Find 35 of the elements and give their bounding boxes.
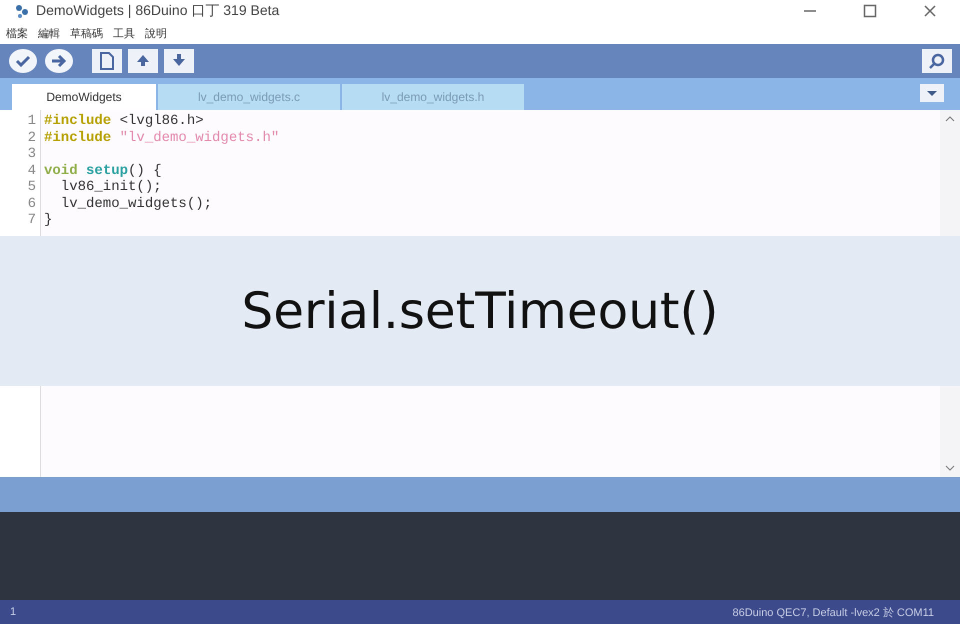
- code-line: lv86_init();: [60, 179, 162, 196]
- code-line: }: [44, 212, 52, 228]
- close-icon[interactable]: [923, 4, 937, 18]
- line-indicator: 1: [10, 606, 16, 618]
- new-file-button[interactable]: [92, 49, 122, 73]
- maximize-icon[interactable]: [863, 4, 877, 18]
- code-line: lv_demo_widgets();: [60, 196, 212, 212]
- file-tab[interactable]: DemoWidgets: [12, 84, 156, 110]
- window-title: DemoWidgets | 86Duino 口丁 319 Beta: [36, 2, 280, 20]
- serial-monitor-button[interactable]: [922, 49, 952, 73]
- app-icon: [14, 3, 30, 19]
- board-info: 86Duino QEC7, Default -lvex2 於 COM11: [732, 606, 934, 620]
- banner-title: Serial.setTimeout(): [241, 282, 719, 340]
- menu-item[interactable]: 工具: [111, 26, 137, 40]
- line-number: 1: [26, 113, 37, 130]
- line-number: 7: [26, 212, 37, 228]
- scroll-down-icon[interactable]: [945, 465, 955, 471]
- menu-item[interactable]: 草稿碼: [68, 26, 105, 40]
- code-line: #include "lv_demo_widgets.h": [44, 130, 280, 146]
- open-button[interactable]: [128, 49, 158, 73]
- line-number: 5: [26, 179, 37, 196]
- line-number: 4: [26, 162, 37, 179]
- menu-item[interactable]: 說明: [143, 26, 169, 40]
- scroll-up-icon[interactable]: [945, 116, 955, 122]
- code-line: void setup() {: [44, 162, 162, 179]
- line-number: 6: [26, 196, 37, 212]
- menu-item[interactable]: 檔案: [4, 26, 30, 40]
- verify-button[interactable]: [8, 48, 38, 74]
- upload-button[interactable]: [44, 48, 74, 74]
- line-number: 2: [26, 130, 37, 146]
- save-button[interactable]: [164, 49, 194, 73]
- tab-menu-button[interactable]: [920, 84, 944, 102]
- code-line: #include <lvgl86.h>: [44, 113, 204, 130]
- line-number: 3: [26, 146, 37, 162]
- menu-item[interactable]: 編輯: [36, 26, 62, 40]
